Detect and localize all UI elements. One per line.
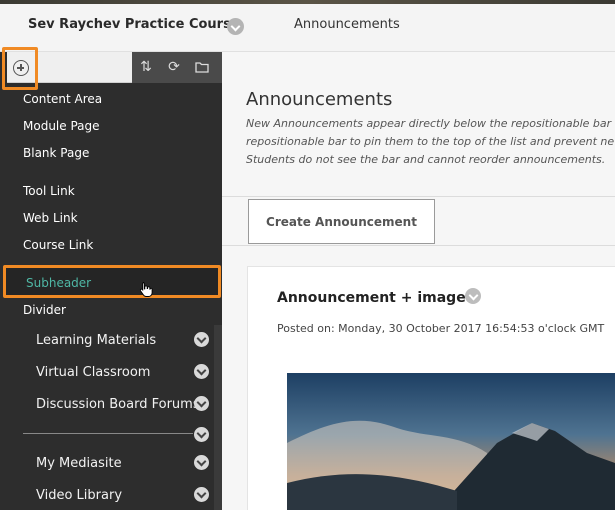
sort-arrows-icon[interactable]: ⇅ — [132, 52, 160, 83]
plus-circle-icon — [13, 60, 29, 76]
sidebar-item-my-mediasite[interactable]: My Mediasite — [36, 456, 122, 471]
sidebar-item-virtual-classroom[interactable]: Virtual Classroom — [36, 365, 150, 380]
chevron-down-icon[interactable] — [194, 396, 209, 411]
page-title: Announcements — [246, 89, 393, 110]
announcement-title[interactable]: Announcement + image — [277, 290, 466, 306]
description-line: Students do not see the bar and cannot r… — [246, 153, 606, 166]
chevron-down-icon[interactable] — [194, 487, 209, 502]
chevron-down-icon[interactable] — [194, 455, 209, 470]
menu-item-subheader[interactable]: Subheader — [3, 265, 221, 298]
mountain-image — [287, 373, 615, 510]
create-announcement-button[interactable]: Create Announcement — [248, 199, 435, 244]
breadcrumb: Announcements — [294, 17, 400, 32]
chevron-down-icon[interactable] — [465, 288, 481, 304]
description-line: New Announcements appear directly below … — [246, 117, 612, 130]
page-description: New Announcements appear directly below … — [246, 115, 615, 169]
course-title[interactable]: Sev Raychev Practice Course — [28, 17, 240, 32]
sidebar-item-video-library[interactable]: Video Library — [36, 488, 122, 503]
sidebar-item-learning-materials[interactable]: Learning Materials — [36, 333, 156, 348]
announcement-posted-date: Posted on: Monday, 30 October 2017 16:54… — [277, 322, 605, 335]
header-stripe — [0, 0, 615, 4]
folder-icon[interactable] — [188, 52, 216, 83]
menu-item-tool-link[interactable]: Tool Link — [23, 184, 75, 198]
menu-item-module-page[interactable]: Module Page — [23, 119, 100, 133]
add-menu-item-button[interactable] — [2, 47, 38, 90]
chevron-down-icon[interactable] — [194, 364, 209, 379]
menu-item-content-area[interactable]: Content Area — [23, 92, 102, 106]
toolbar-group: ⇅ ⟳ — [132, 52, 222, 83]
menu-item-web-link[interactable]: Web Link — [23, 211, 78, 225]
sidebar-scrollbar[interactable] — [214, 325, 222, 510]
refresh-icon[interactable]: ⟳ — [160, 52, 188, 83]
menu-item-course-link[interactable]: Course Link — [23, 238, 93, 252]
hand-cursor-icon — [139, 282, 153, 297]
sidebar-item-discussion-board-forums[interactable]: Discussion Board Forums — [36, 397, 200, 412]
menu-item-blank-page[interactable]: Blank Page — [23, 146, 89, 160]
description-line: repositionable bar to pin them to the to… — [246, 135, 615, 148]
subheader-label: Subheader — [26, 276, 92, 290]
chevron-down-icon[interactable] — [194, 332, 209, 347]
sidebar-divider — [23, 433, 193, 434]
chevron-down-icon[interactable] — [194, 427, 209, 442]
menu-item-divider[interactable]: Divider — [23, 303, 66, 317]
announcement-image — [287, 373, 615, 510]
chevron-down-icon[interactable] — [227, 18, 244, 35]
